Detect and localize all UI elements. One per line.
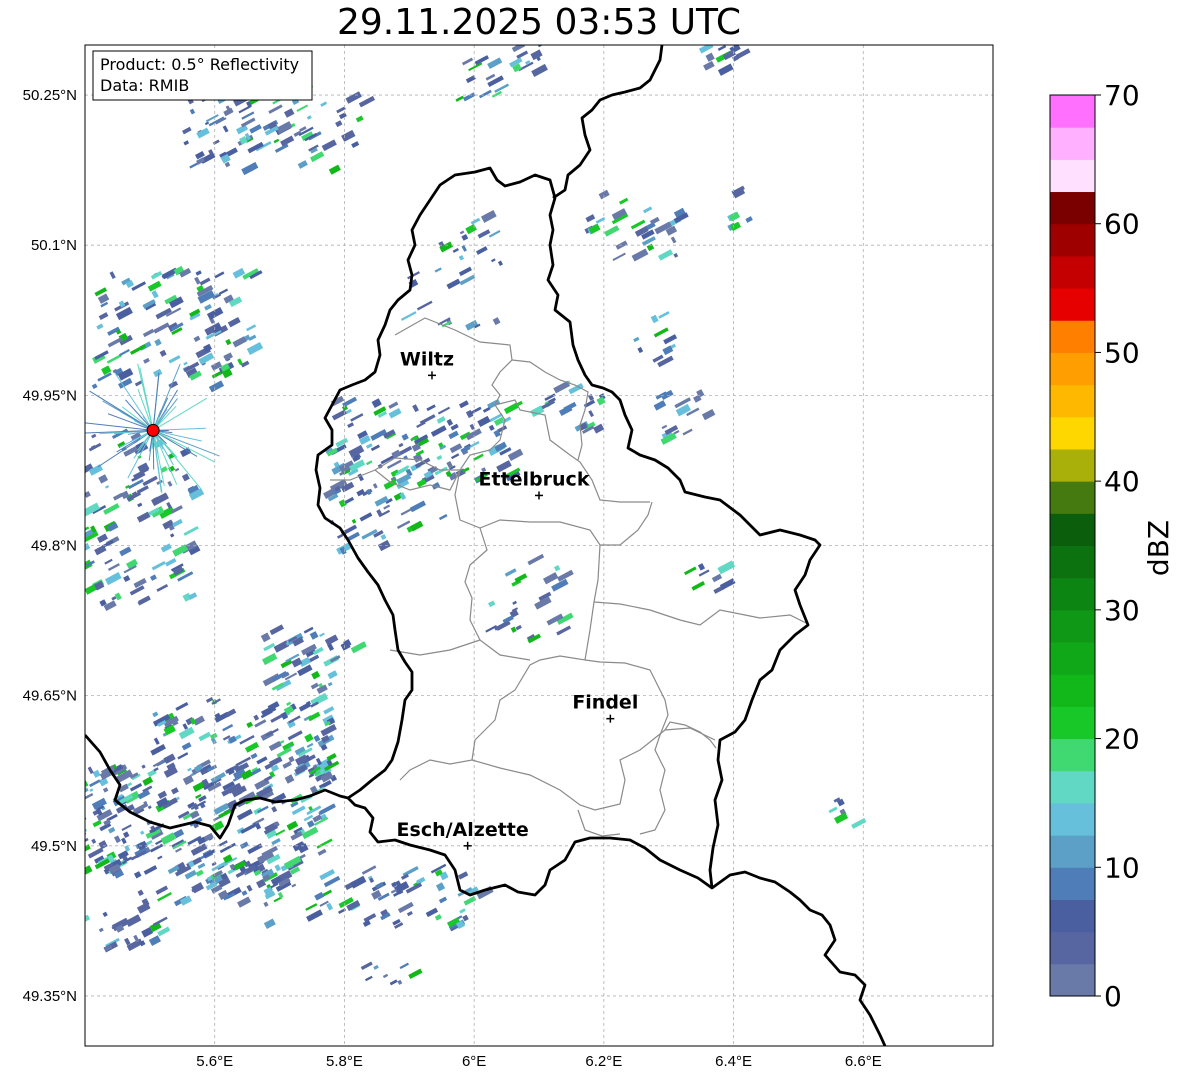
lat-tick-label: 50.1°N: [31, 237, 77, 254]
radar-echo: [62, 796, 72, 803]
radar-echo: [62, 859, 68, 864]
lat-tick-label: 49.95°N: [23, 387, 77, 404]
radar-echo: [70, 788, 84, 799]
lon-tick-label: 6.4°E: [715, 1053, 752, 1070]
radar-site-marker: [146, 423, 160, 437]
lon-tick-label: 5.8°E: [326, 1053, 363, 1070]
lat-tick-label: 49.35°N: [23, 988, 77, 1005]
lat-tick-label: 49.5°N: [31, 838, 77, 855]
radar-echo: [85, 814, 87, 826]
info-box-source: Data: RMIB: [100, 76, 189, 95]
info-box-product: Product: 0.5° Reflectivity: [100, 55, 299, 74]
radar-echo: [66, 764, 77, 773]
lat-tick-label: 49.8°N: [31, 538, 77, 555]
radar-echo: [61, 794, 68, 800]
radar-echo: [67, 773, 75, 781]
lon-tick-label: 6°E: [462, 1053, 486, 1070]
city-label: Ettelbruck: [479, 468, 590, 490]
lon-tick-label: 5.6°E: [196, 1053, 233, 1070]
radar-echo: [66, 811, 80, 822]
map-title: 29.11.2025 03:53 UTC: [336, 2, 742, 43]
radar-echo: [77, 860, 83, 866]
info-box: Product: 0.5° Reflectivity Data: RMIB: [92, 50, 313, 101]
city-label: Wiltz: [400, 348, 454, 370]
radar-echo: [70, 510, 84, 519]
city-label: Esch/Alzette: [397, 819, 529, 841]
radar-site-dot: [146, 423, 160, 437]
radar-map: Wiltz Ettelbruck Findel Esch/Alzette 50.25°…: [23, 44, 994, 1070]
lat-tick-label: 50.25°N: [23, 87, 77, 104]
lon-tick-label: 6.6°E: [845, 1053, 882, 1070]
radar-echo: [60, 816, 73, 825]
radar-echo: [74, 821, 81, 827]
lon-tick-label: 6.2°E: [585, 1053, 622, 1070]
radar-echo: [71, 822, 78, 829]
radar-echo: [75, 786, 80, 791]
radar-echo: [76, 445, 82, 450]
radar-echo: [71, 434, 85, 445]
city-label: Findel: [572, 692, 638, 714]
radar-echo: [85, 867, 87, 879]
lat-tick-label: 49.65°N: [23, 688, 77, 705]
radar-echo: [68, 774, 80, 783]
